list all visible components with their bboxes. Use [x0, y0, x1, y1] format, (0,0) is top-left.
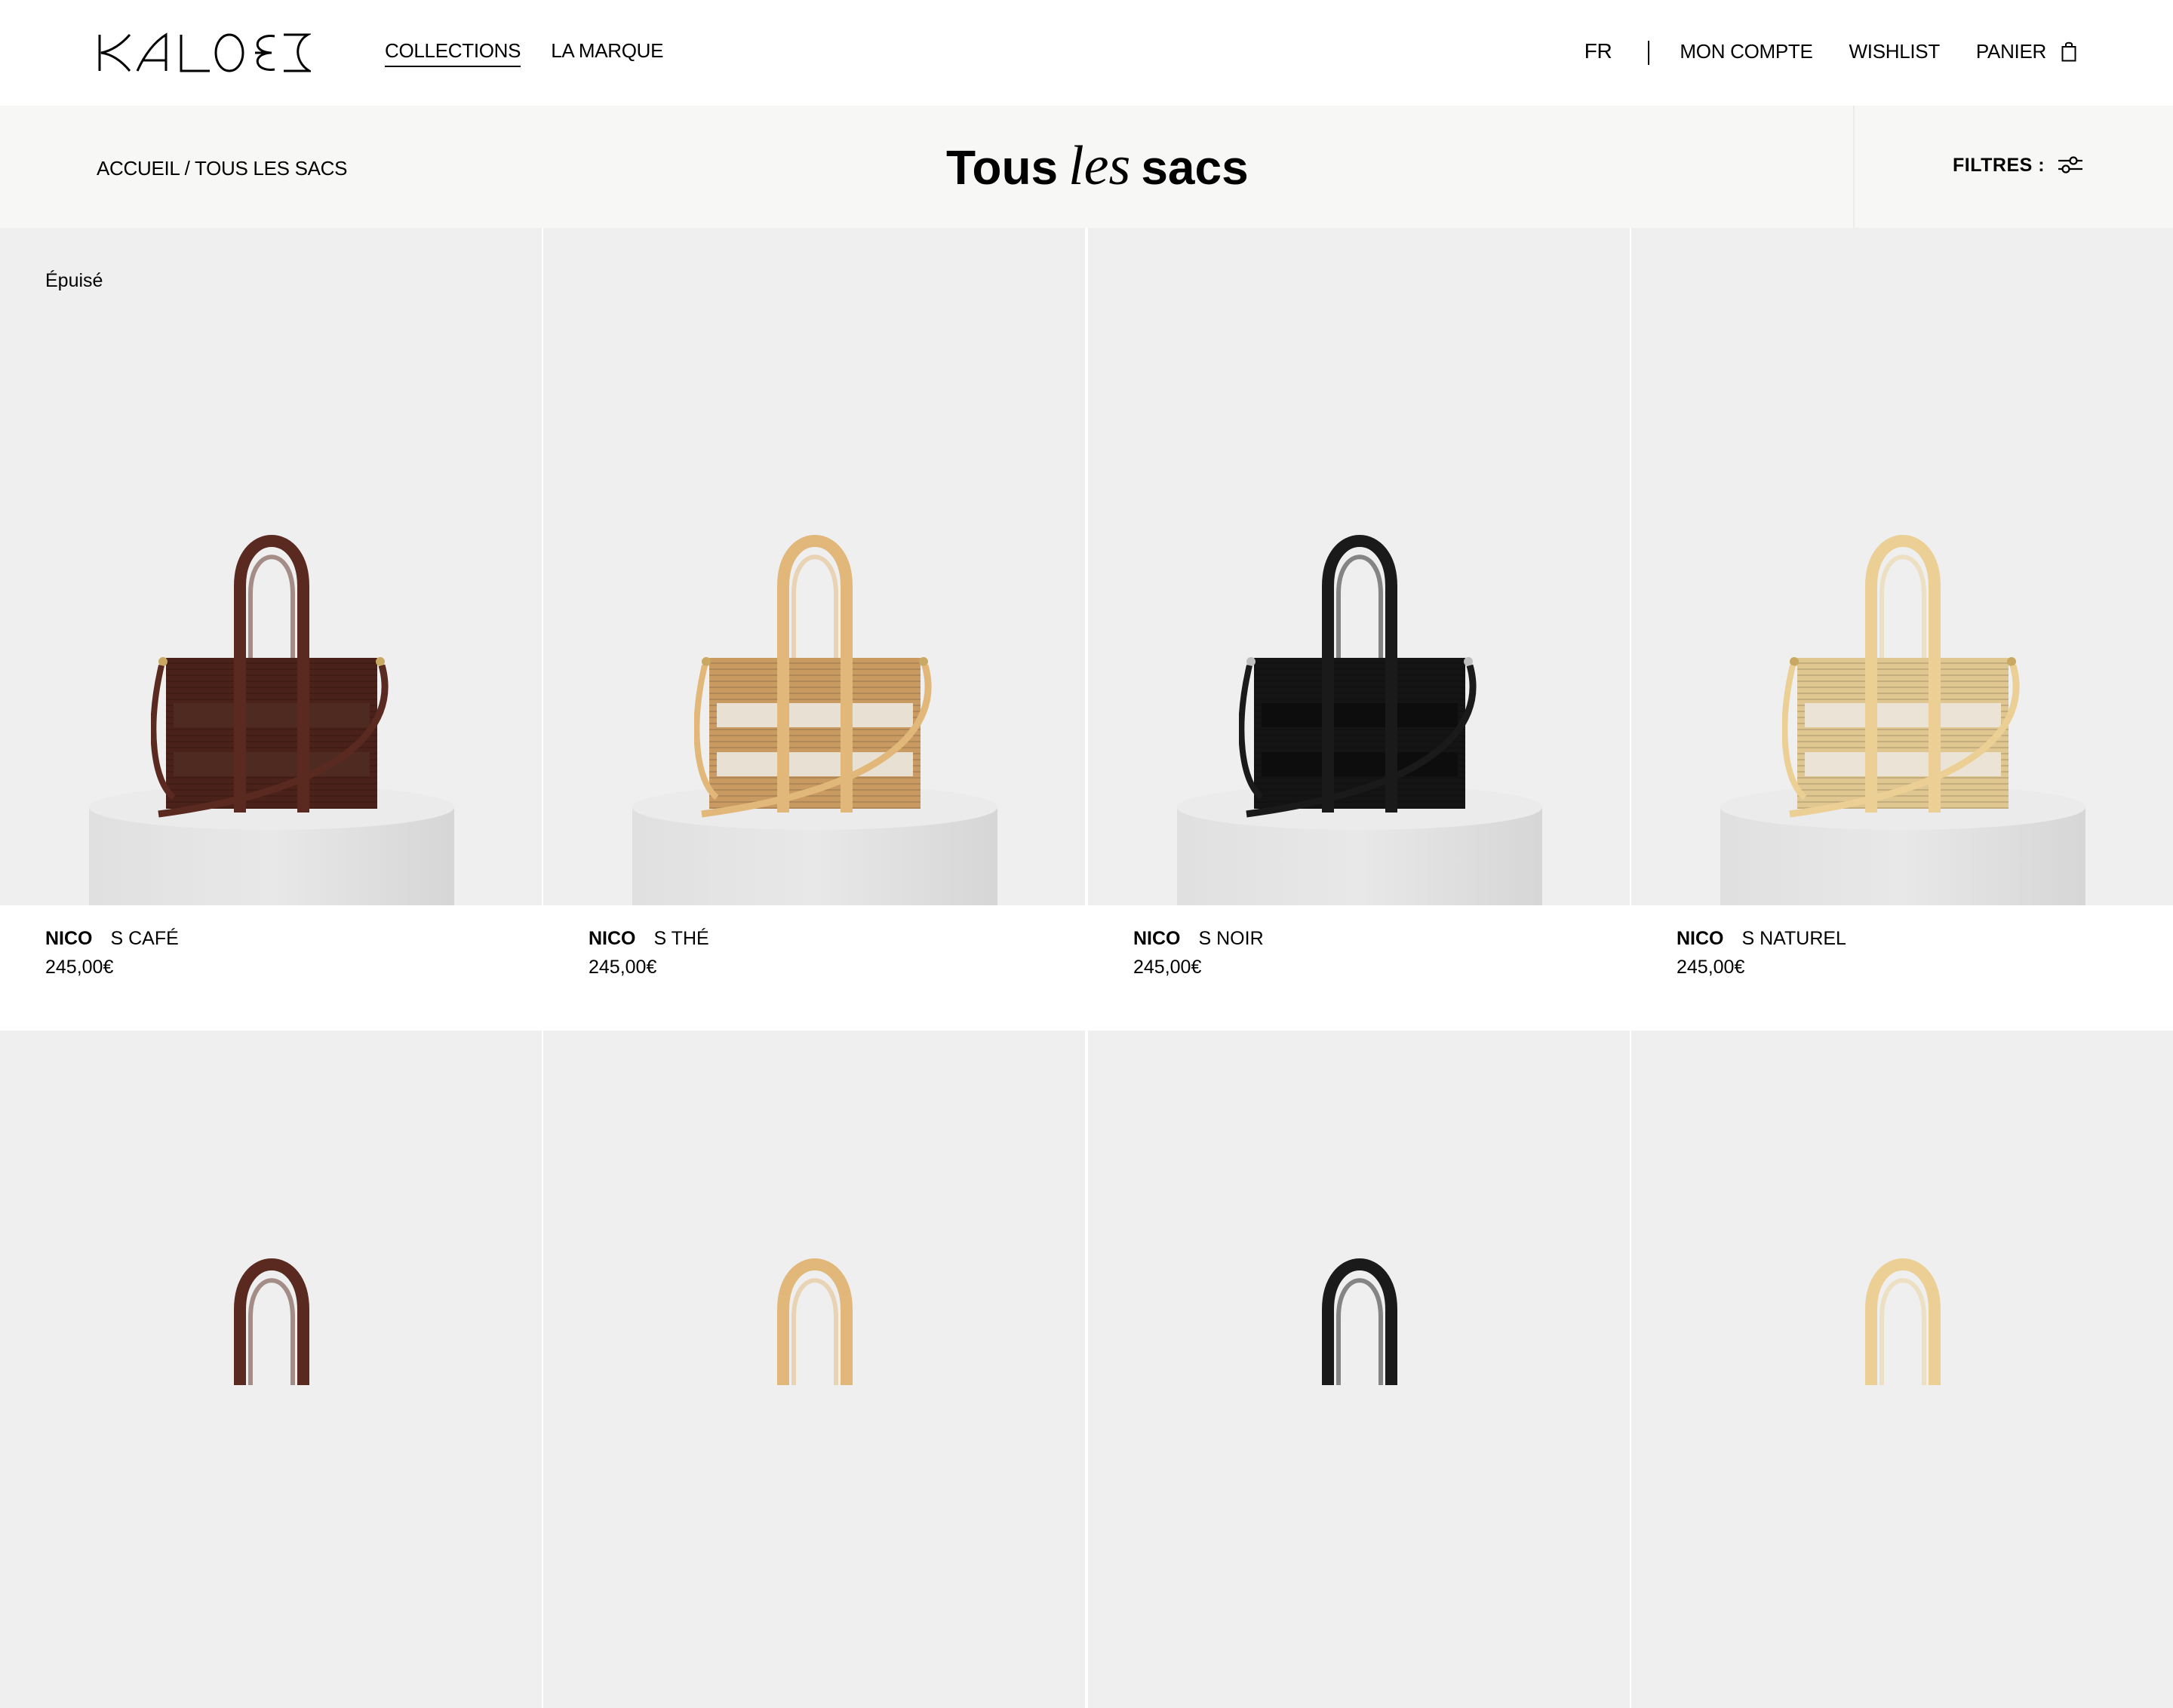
product-info: NICO S THÉ 245,00€ [543, 905, 1085, 1031]
product-variant: S NATUREL [1741, 928, 1846, 949]
nav-account[interactable]: MON COMPTE [1680, 40, 1812, 66]
nav-collections[interactable]: COLLECTIONS [385, 39, 521, 67]
breadcrumb-separator: / [179, 157, 195, 180]
bag-illustration [151, 535, 389, 818]
product-model: NICO [1677, 928, 1724, 949]
bag-illustration [1322, 1258, 1397, 1385]
breadcrumb: ACCUEIL / TOUS LES SACS [97, 157, 348, 180]
nav-wishlist[interactable]: WISHLIST [1849, 40, 1941, 66]
filters-divider [1853, 106, 1855, 228]
product-image[interactable] [0, 1031, 542, 1708]
filters-label: FILTRES : [1953, 154, 2045, 176]
product-price: 245,00€ [589, 957, 657, 978]
breadcrumb-home[interactable]: ACCUEIL [97, 157, 180, 180]
nav-la-marque[interactable]: LA MARQUE [551, 39, 663, 67]
product-image[interactable] [1631, 1031, 2173, 1708]
title-part-3: sacs [1141, 140, 1249, 195]
product-price: 245,00€ [45, 957, 114, 978]
utility-nav: FR MON COMPTE WISHLIST PANIER [1584, 39, 2076, 66]
product-image[interactable]: Épuisé [0, 228, 542, 905]
title-part-1: Tous [946, 140, 1059, 195]
product-variant: S THÉ [653, 928, 709, 949]
cart-label: PANIER [1975, 39, 2046, 63]
product-price: 245,00€ [1677, 957, 1745, 978]
page-title: Tous les sacs [946, 134, 1249, 198]
nav-divider [1648, 41, 1650, 65]
brand-logo[interactable] [97, 32, 314, 74]
product-info: NICO S NOIR 245,00€ [1088, 905, 1630, 1031]
product-image[interactable] [543, 1031, 1085, 1708]
product-image[interactable] [1631, 228, 2173, 905]
bag-illustration [694, 535, 932, 818]
product-image[interactable] [1088, 228, 1630, 905]
title-part-2: les [1068, 135, 1131, 197]
product-variant: S NOIR [1198, 928, 1264, 949]
product-name[interactable]: NICO S THÉ [589, 928, 709, 950]
product-info: NICO S CAFÉ 245,00€ [0, 905, 542, 1031]
bag-illustration [1865, 1258, 1941, 1385]
product-variant: S CAFÉ [110, 928, 179, 949]
product-model: NICO [45, 928, 93, 949]
bag-illustration [1782, 535, 2020, 818]
stock-badge: Épuisé [45, 270, 103, 291]
breadcrumb-current: TOUS LES SACS [194, 157, 348, 180]
primary-nav: COLLECTIONS LA MARQUE [385, 39, 664, 67]
sliders-icon [2058, 156, 2083, 174]
bag-illustration [234, 1258, 309, 1385]
site-header: COLLECTIONS LA MARQUE FR MON COMPTE WISH… [0, 0, 2173, 106]
product-model: NICO [589, 928, 636, 949]
shopping-bag-icon [2061, 41, 2076, 62]
language-switch[interactable]: FR [1584, 39, 1612, 66]
bag-illustration [777, 1258, 853, 1385]
product-image[interactable] [1088, 1031, 1630, 1708]
product-image[interactable] [543, 228, 1085, 905]
filters-button[interactable]: FILTRES : [1953, 154, 2083, 177]
bag-illustration [1239, 535, 1477, 818]
product-model: NICO [1133, 928, 1181, 949]
kaloes-logo-mark [98, 32, 314, 72]
product-price: 245,00€ [1133, 957, 1202, 978]
nav-cart[interactable]: PANIER [1976, 40, 2076, 66]
product-name[interactable]: NICO S NOIR [1133, 928, 1264, 950]
product-name[interactable]: NICO S NATUREL [1677, 928, 1846, 950]
product-name[interactable]: NICO S CAFÉ [45, 928, 179, 950]
product-info: NICO S NATUREL 245,00€ [1631, 905, 2173, 1031]
collection-header: ACCUEIL / TOUS LES SACS Tous les sacs FILT… [0, 106, 2173, 228]
